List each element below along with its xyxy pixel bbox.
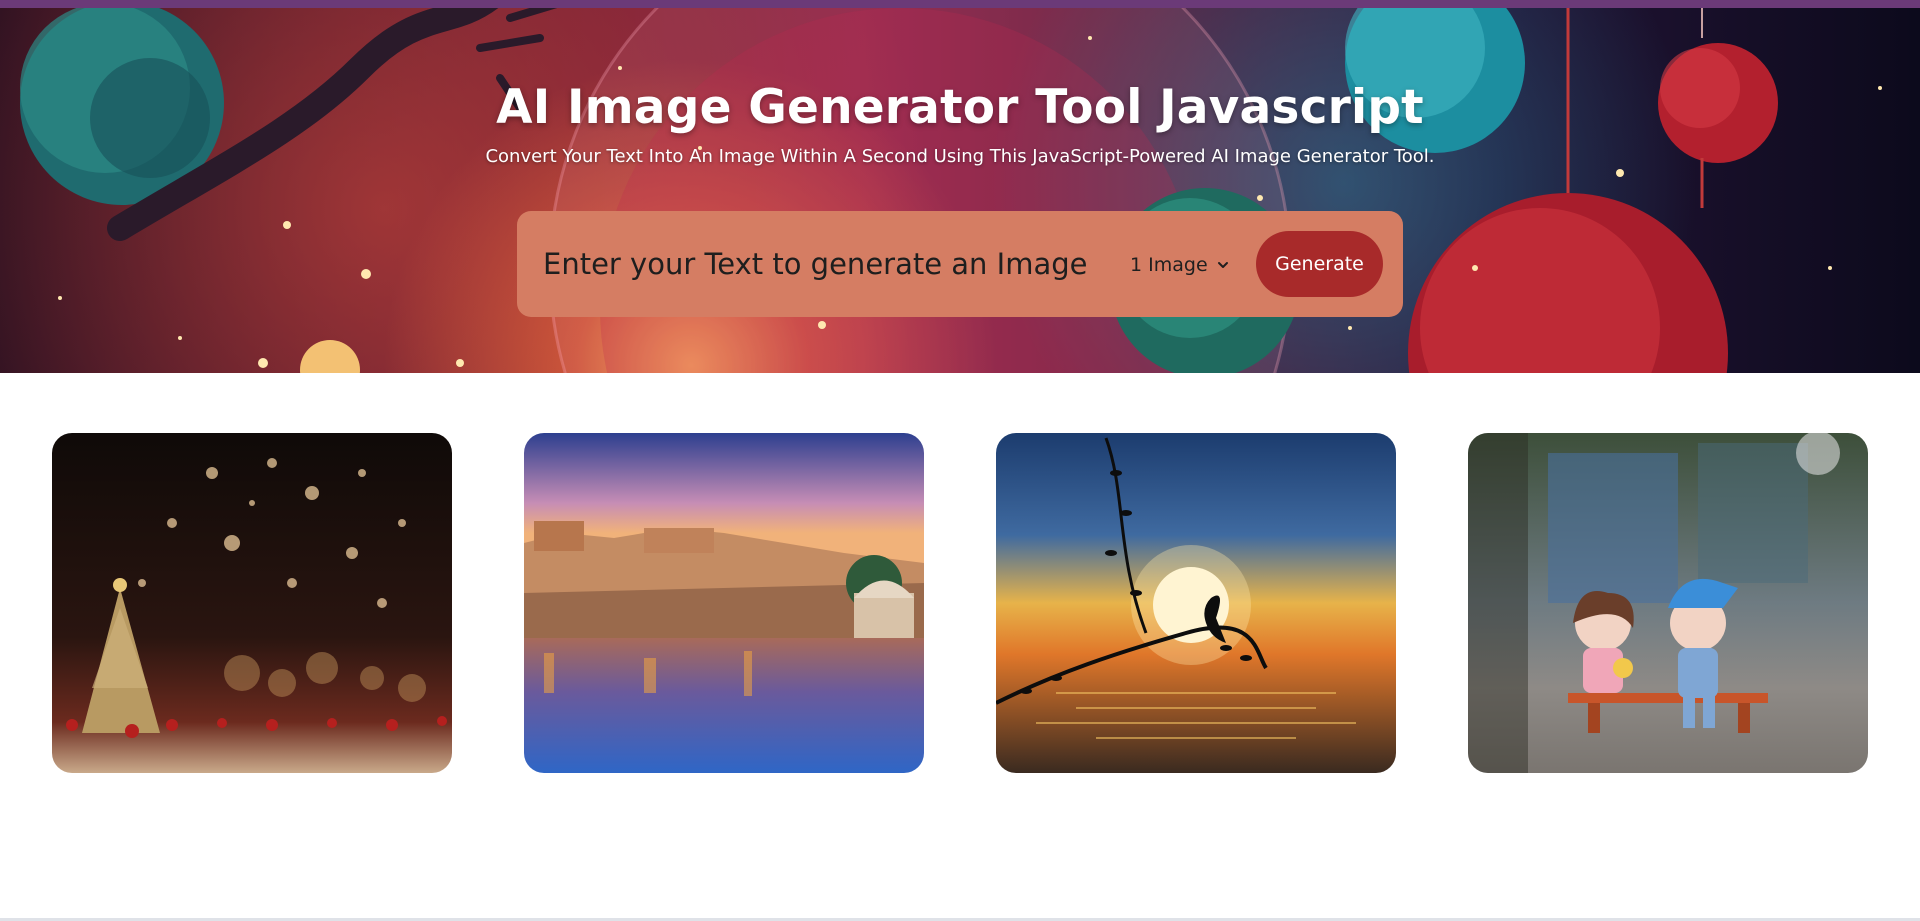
generate-form: 1 Image Generate bbox=[517, 211, 1403, 317]
image-gallery bbox=[0, 433, 1920, 773]
page-title: AI Image Generator Tool Javascript bbox=[496, 80, 1424, 135]
gallery-image-card[interactable] bbox=[524, 433, 924, 773]
gallery-image-card[interactable] bbox=[52, 433, 452, 773]
hero-banner: AI Image Generator Tool Javascript Conve… bbox=[0, 8, 1920, 373]
page-subtitle: Convert Your Text Into An Image Within A… bbox=[485, 146, 1435, 167]
top-strip bbox=[0, 0, 1920, 8]
toy-couple-image bbox=[1468, 433, 1868, 773]
christmas-tree-image bbox=[52, 433, 452, 773]
gallery-image-card[interactable] bbox=[1468, 433, 1868, 773]
chevron-down-icon bbox=[1217, 262, 1228, 268]
image-quantity-select[interactable]: 1 Image bbox=[1130, 248, 1240, 282]
gallery-image-card[interactable] bbox=[996, 433, 1396, 773]
space-background-illustration bbox=[20, 8, 1882, 373]
fort-lake-image bbox=[524, 433, 924, 773]
generate-button[interactable]: Generate bbox=[1256, 231, 1383, 297]
prompt-input[interactable] bbox=[543, 236, 1103, 292]
bird-sunset-image bbox=[996, 433, 1396, 773]
image-quantity-value: 1 Image bbox=[1130, 254, 1208, 276]
